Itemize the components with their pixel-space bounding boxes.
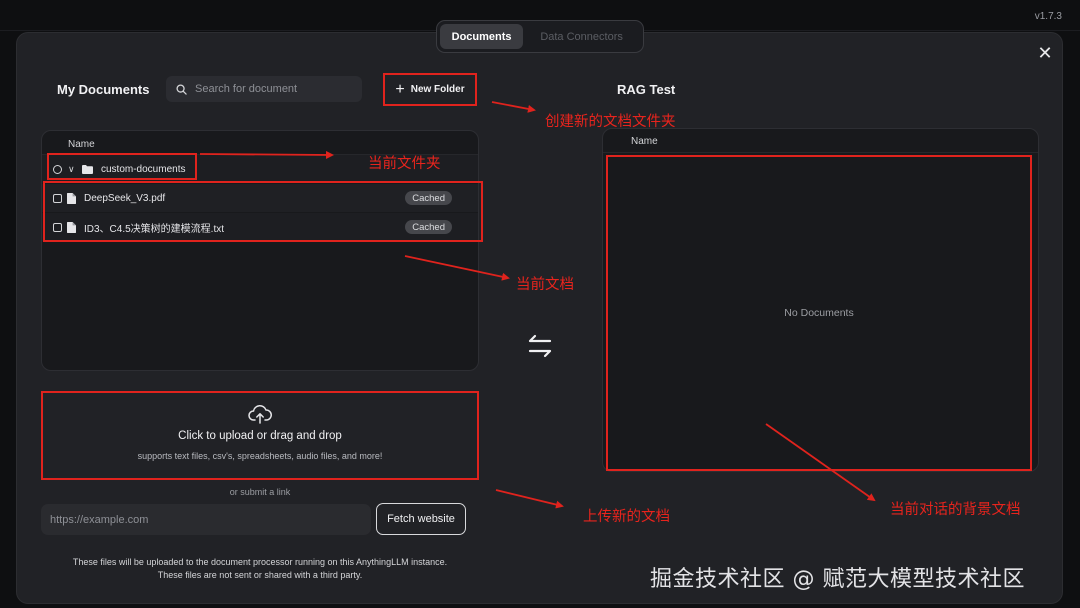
or-submit-link-label: or submit a link xyxy=(229,487,291,497)
upload-title: Click to upload or drag and drop xyxy=(178,430,342,442)
tab-bar: Documents Data Connectors xyxy=(436,20,644,53)
my-documents-title: My Documents xyxy=(57,82,150,97)
search-box[interactable] xyxy=(166,76,362,102)
annotation-box-folder xyxy=(47,153,197,180)
fetch-website-button[interactable]: Fetch website xyxy=(376,503,466,535)
annotation-current-docs: 当前文档 xyxy=(516,277,574,293)
search-icon xyxy=(176,83,187,95)
plus-icon: + xyxy=(395,80,405,98)
annotation-background-docs: 当前对话的背景文档 xyxy=(890,502,1021,518)
column-header-name: Name xyxy=(631,136,658,147)
version-label: v1.7.3 xyxy=(1034,11,1062,22)
cloud-upload-icon xyxy=(248,404,272,424)
upload-notice: These files will be uploaded to the docu… xyxy=(0,556,520,582)
watermark: 掘金技术社区 @ 赋范大模型技术社区 xyxy=(650,567,1025,592)
notice-line: These files will be uploaded to the docu… xyxy=(72,557,448,567)
annotation-box-files xyxy=(43,181,483,242)
url-input[interactable] xyxy=(41,504,371,535)
header-divider xyxy=(603,152,1038,153)
new-folder-label: New Folder xyxy=(410,84,465,95)
empty-state-label: No Documents xyxy=(784,307,854,319)
close-icon[interactable]: ✕ xyxy=(1036,44,1054,62)
new-folder-button[interactable]: + New Folder xyxy=(383,73,477,106)
empty-state: No Documents xyxy=(606,155,1032,471)
annotation-new-folder: 创建新的文档文件夹 xyxy=(545,114,676,130)
upload-dropzone[interactable]: Click to upload or drag and drop support… xyxy=(41,391,479,480)
annotation-current-folder: 当前文件夹 xyxy=(368,156,441,172)
tab-data-connectors[interactable]: Data Connectors xyxy=(523,24,640,49)
search-input[interactable] xyxy=(195,83,355,95)
upload-subtitle: supports text files, csv's, spreadsheets… xyxy=(137,451,383,461)
annotation-upload-new: 上传新的文档 xyxy=(583,509,670,525)
notice-line: These files are not sent or shared with … xyxy=(157,570,363,580)
tab-documents[interactable]: Documents xyxy=(440,24,524,49)
column-header-name: Name xyxy=(68,139,95,150)
workspace-title: RAG Test xyxy=(617,82,676,97)
swap-arrows-icon[interactable] xyxy=(526,333,554,359)
workspace-documents-panel: Name No Documents xyxy=(602,128,1039,472)
